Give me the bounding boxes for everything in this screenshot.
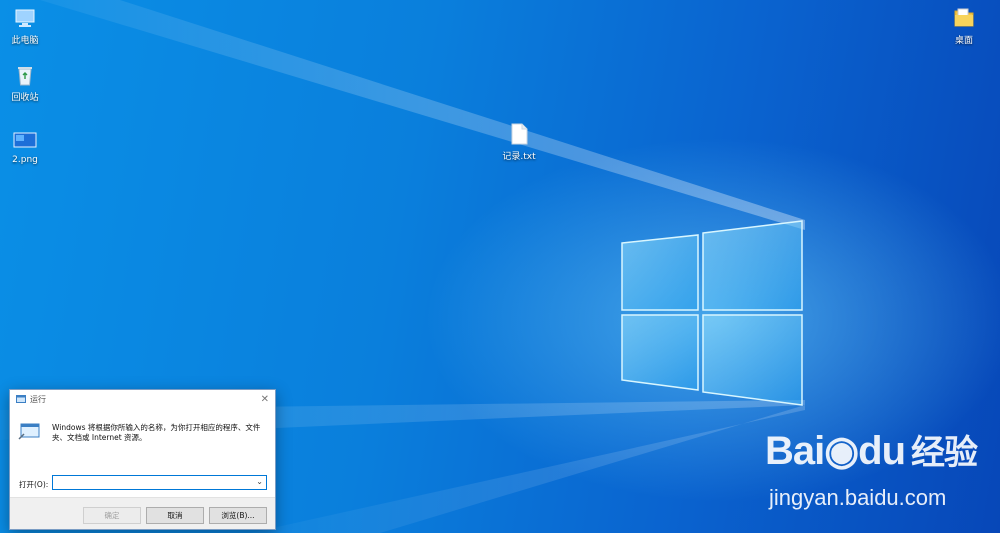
text-file-icon: [511, 123, 528, 145]
browse-button[interactable]: 浏览(B)...: [209, 507, 267, 524]
folder-icon: [954, 8, 974, 27]
ok-button[interactable]: 确定: [83, 507, 141, 524]
chevron-down-icon[interactable]: ⌄: [256, 477, 263, 486]
desktop-icon-this-pc[interactable]: 此电脑: [1, 6, 49, 46]
run-icon: [16, 395, 26, 403]
cancel-button[interactable]: 取消: [146, 507, 204, 524]
baidu-jingyan-watermark: Bai◉du 经验 jingyan.baidu.com: [765, 425, 1000, 525]
image-file-icon: [13, 132, 37, 148]
watermark-brand: Bai◉du 经验: [765, 425, 978, 474]
desktop-icon-2png[interactable]: 2.png: [1, 128, 49, 165]
desktop-icon-desktop-folder[interactable]: 桌面: [940, 6, 988, 46]
run-dialog-footer: 确定 取消 浏览(B)...: [10, 497, 275, 529]
computer-icon: [15, 9, 35, 27]
desktop-icon-label: 此电脑: [11, 36, 39, 46]
open-label: 打开(O):: [19, 480, 49, 489]
watermark-brand-bai: Bai: [765, 429, 825, 473]
desktop-icon-label: 桌面: [954, 36, 973, 46]
recycle-bin-icon: [18, 67, 32, 86]
desktop-icon-label: 记录.txt: [502, 152, 536, 162]
run-program-icon: [18, 423, 40, 440]
watermark-brand-du: du: [858, 429, 906, 473]
close-icon[interactable]: ✕: [261, 394, 269, 405]
open-combobox[interactable]: ⌄: [52, 475, 267, 490]
run-dialog-title: 运行: [30, 394, 46, 404]
desktop-icon-label: 2.png: [12, 155, 38, 165]
run-dialog-description: Windows 将根据你所输入的名称，为你打开相应的程序、文件夹、文档或 Int…: [52, 423, 261, 442]
desktop-icon-recycle-bin[interactable]: 回收站: [1, 63, 49, 103]
watermark-brand-cn: 经验: [911, 434, 978, 472]
run-dialog-titlebar[interactable]: 运行 ✕: [10, 390, 275, 408]
paw-logo-icon: ◉: [824, 429, 859, 473]
desktop-icon-record-txt[interactable]: 记录.txt: [495, 122, 543, 162]
desktop-icon-label: 回收站: [11, 93, 39, 103]
watermark-url: jingyan.baidu.com: [769, 485, 947, 510]
run-dialog: 运行 ✕ Windows 将根据你所输入的名称，为你打开相应的程序、文件夹、文档…: [9, 389, 276, 530]
